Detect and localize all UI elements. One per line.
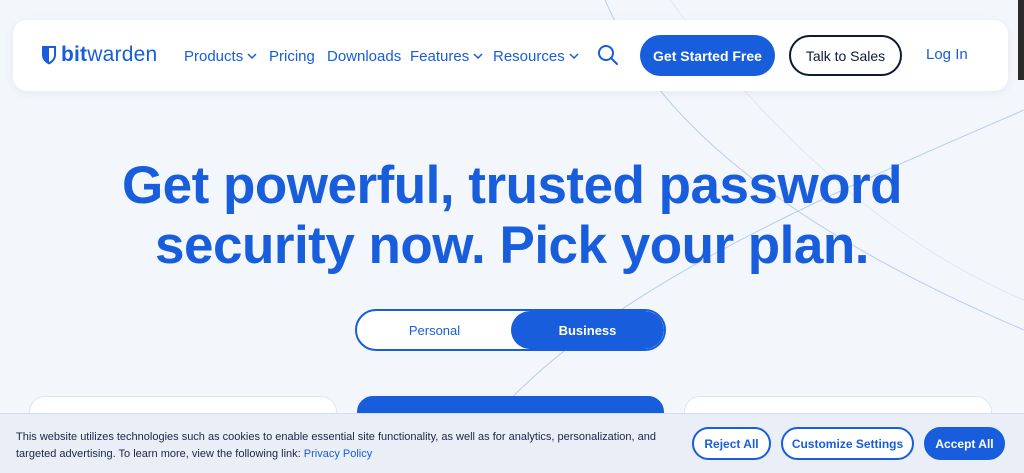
nav-downloads-label: Downloads (327, 47, 402, 65)
shield-icon (42, 46, 56, 65)
bitwarden-logo[interactable]: bit warden (41, 42, 157, 68)
nav-resources-label: Resources (493, 47, 565, 65)
chevron-down-icon (569, 53, 579, 59)
logo-text-bold: bit (61, 43, 88, 66)
reject-all-button[interactable]: Reject All (692, 427, 771, 460)
toggle-personal[interactable]: Personal (357, 311, 512, 349)
talk-to-sales-button[interactable]: Talk to Sales (789, 35, 902, 76)
login-link[interactable]: Log In (926, 46, 968, 63)
top-navbar: bit warden Products Pricing Downloads Fea… (13, 20, 1008, 91)
window-edge (1018, 0, 1024, 80)
accept-all-button[interactable]: Accept All (924, 427, 1005, 460)
nav-resources[interactable]: Resources (493, 46, 579, 66)
logo-text-regular: warden (87, 43, 158, 66)
nav-downloads[interactable]: Downloads (327, 46, 401, 66)
nav-pricing[interactable]: Pricing (269, 46, 315, 66)
hero-title-line-2: security now. Pick your plan. (155, 216, 869, 275)
hero-title: Get powerful, trusted password security … (0, 156, 1024, 276)
cookie-banner: This website utilizes technologies such … (0, 413, 1024, 473)
privacy-policy-link[interactable]: Privacy Policy (304, 448, 372, 460)
plan-type-toggle: Personal Business (355, 309, 666, 351)
cookie-message: This website utilizes technologies such … (16, 429, 676, 463)
chevron-down-icon (473, 53, 483, 59)
nav-features[interactable]: Features (410, 46, 483, 66)
nav-pricing-label: Pricing (269, 47, 315, 65)
customize-settings-button[interactable]: Customize Settings (781, 427, 914, 460)
nav-products[interactable]: Products (184, 46, 257, 66)
nav-features-label: Features (410, 47, 470, 65)
hero-title-line-1: Get powerful, trusted password (121, 156, 903, 215)
nav-products-label: Products (184, 47, 244, 65)
chevron-down-icon (247, 53, 257, 59)
get-started-free-button[interactable]: Get Started Free (640, 35, 775, 76)
search-icon[interactable] (596, 43, 620, 67)
toggle-business[interactable]: Business (511, 311, 664, 349)
